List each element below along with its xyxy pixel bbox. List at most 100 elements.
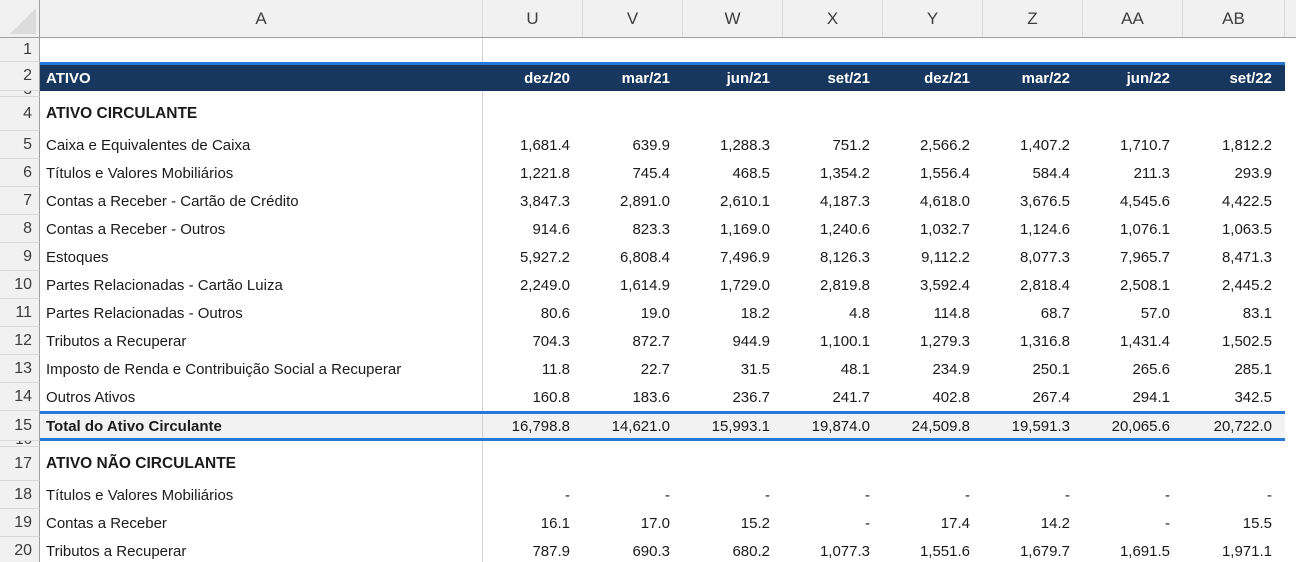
cell-AB6[interactable]: 293.9 [1183,159,1285,187]
cell-A13[interactable]: Imposto de Renda e Contribuição Social a… [40,355,483,383]
cell-U14[interactable]: 160.8 [483,383,583,411]
cell-A10[interactable]: Partes Relacionadas - Cartão Luiza [40,271,483,299]
cell-W4[interactable] [683,97,783,131]
cell-Z10[interactable]: 2,818.4 [983,271,1083,299]
cell-X5[interactable]: 751.2 [783,131,883,159]
cell-W7[interactable]: 2,610.1 [683,187,783,215]
cell-W14[interactable]: 236.7 [683,383,783,411]
cell-Z1[interactable] [983,38,1083,62]
cell-V17[interactable] [583,447,683,481]
cell-A8[interactable]: Contas a Receber - Outros [40,215,483,243]
cell-X11[interactable]: 4.8 [783,299,883,327]
row-number-14[interactable]: 14 [0,383,40,411]
cell-AB4[interactable] [1183,97,1285,131]
cell-AB10[interactable]: 2,445.2 [1183,271,1285,299]
cell-U15[interactable]: 16,798.8 [483,414,583,438]
cell-AB9[interactable]: 8,471.3 [1183,243,1285,271]
cell-V4[interactable] [583,97,683,131]
cell-Y17[interactable] [883,447,983,481]
cell-W13[interactable]: 31.5 [683,355,783,383]
row-number-15[interactable]: 15 [0,411,40,441]
cell-Z15[interactable]: 19,591.3 [983,414,1083,438]
cell-A7[interactable]: Contas a Receber - Cartão de Crédito [40,187,483,215]
cell-V20[interactable]: 690.3 [583,537,683,562]
cell-V5[interactable]: 639.9 [583,131,683,159]
cell-W9[interactable]: 7,496.9 [683,243,783,271]
cell-U5[interactable]: 1,681.4 [483,131,583,159]
cell-Y13[interactable]: 234.9 [883,355,983,383]
cell-V8[interactable]: 823.3 [583,215,683,243]
row-number-8[interactable]: 8 [0,215,40,243]
cell-A15[interactable]: Total do Ativo Circulante [40,414,483,438]
cell-U18[interactable]: - [483,481,583,509]
row-number-19[interactable]: 19 [0,509,40,537]
cell-Y20[interactable]: 1,551.6 [883,537,983,562]
cell-W2[interactable]: jun/21 [683,65,783,91]
cell-X10[interactable]: 2,819.8 [783,271,883,299]
cell-Z7[interactable]: 3,676.5 [983,187,1083,215]
row-number-6[interactable]: 6 [0,159,40,187]
cell-Z13[interactable]: 250.1 [983,355,1083,383]
cell-Z20[interactable]: 1,679.7 [983,537,1083,562]
cell-V18[interactable]: - [583,481,683,509]
column-header-A[interactable]: A [40,0,483,37]
cell-W8[interactable]: 1,169.0 [683,215,783,243]
cell-V12[interactable]: 872.7 [583,327,683,355]
row-number-9[interactable]: 9 [0,243,40,271]
cell-Y2[interactable]: dez/21 [883,65,983,91]
cell-Z14[interactable]: 267.4 [983,383,1083,411]
cell-V15[interactable]: 14,621.0 [583,414,683,438]
cell-Y5[interactable]: 2,566.2 [883,131,983,159]
column-header-X[interactable]: X [783,0,883,37]
cell-X20[interactable]: 1,077.3 [783,537,883,562]
cell-U1[interactable] [483,38,583,62]
cell-Z4[interactable] [983,97,1083,131]
cell-Z9[interactable]: 8,077.3 [983,243,1083,271]
column-header-AA[interactable]: AA [1083,0,1183,37]
cell-Z11[interactable]: 68.7 [983,299,1083,327]
cell-U12[interactable]: 704.3 [483,327,583,355]
cell-U20[interactable]: 787.9 [483,537,583,562]
cell-Y14[interactable]: 402.8 [883,383,983,411]
cell-Y4[interactable] [883,97,983,131]
cell-W5[interactable]: 1,288.3 [683,131,783,159]
cell-X15[interactable]: 19,874.0 [783,414,883,438]
cell-Z18[interactable]: - [983,481,1083,509]
cell-U13[interactable]: 11.8 [483,355,583,383]
cell-X9[interactable]: 8,126.3 [783,243,883,271]
cell-AA17[interactable] [1083,447,1183,481]
cell-V14[interactable]: 183.6 [583,383,683,411]
cell-U2[interactable]: dez/20 [483,65,583,91]
cell-X14[interactable]: 241.7 [783,383,883,411]
cell-AB11[interactable]: 83.1 [1183,299,1285,327]
cell-AA10[interactable]: 2,508.1 [1083,271,1183,299]
cell-AB1[interactable] [1183,38,1285,62]
cell-AA4[interactable] [1083,97,1183,131]
cell-X8[interactable]: 1,240.6 [783,215,883,243]
cell-W10[interactable]: 1,729.0 [683,271,783,299]
cell-A20[interactable]: Tributos a Recuperar [40,537,483,562]
cell-AB20[interactable]: 1,971.1 [1183,537,1285,562]
cell-AB19[interactable]: 15.5 [1183,509,1285,537]
cell-Y7[interactable]: 4,618.0 [883,187,983,215]
cell-A2[interactable]: ATIVO [40,65,483,91]
row-number-1[interactable]: 1 [0,38,40,62]
cell-V10[interactable]: 1,614.9 [583,271,683,299]
cell-V1[interactable] [583,38,683,62]
cell-U4[interactable] [483,97,583,131]
cell-V7[interactable]: 2,891.0 [583,187,683,215]
cell-Z17[interactable] [983,447,1083,481]
cell-AA20[interactable]: 1,691.5 [1083,537,1183,562]
column-header-U[interactable]: U [483,0,583,37]
cell-V13[interactable]: 22.7 [583,355,683,383]
cell-X12[interactable]: 1,100.1 [783,327,883,355]
cell-U10[interactable]: 2,249.0 [483,271,583,299]
cell-X13[interactable]: 48.1 [783,355,883,383]
cell-Y1[interactable] [883,38,983,62]
cell-AA14[interactable]: 294.1 [1083,383,1183,411]
cell-Y11[interactable]: 114.8 [883,299,983,327]
cell-W19[interactable]: 15.2 [683,509,783,537]
column-header-AB[interactable]: AB [1183,0,1285,37]
cell-Y10[interactable]: 3,592.4 [883,271,983,299]
cell-AA15[interactable]: 20,065.6 [1083,414,1183,438]
